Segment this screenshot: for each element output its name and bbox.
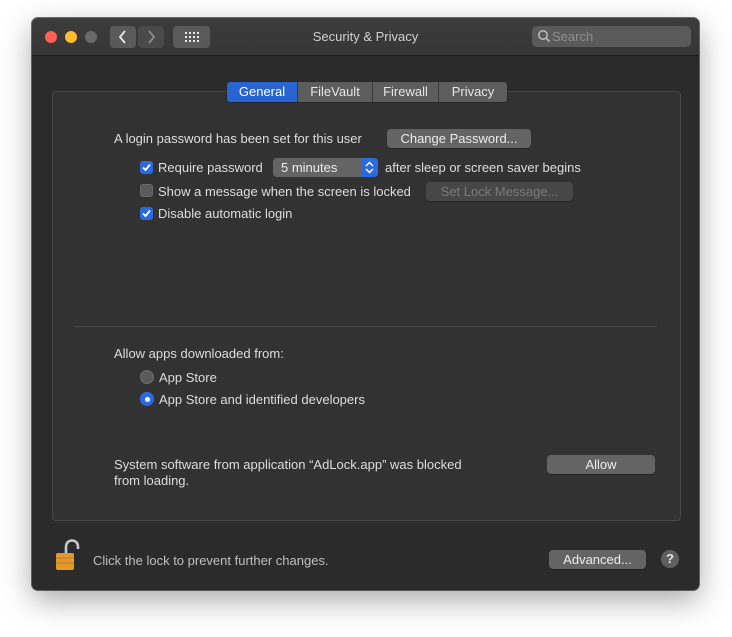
disable-auto-login-label: Disable automatic login — [158, 206, 293, 221]
require-password-label: Require password — [158, 160, 263, 175]
allow-apps-heading: Allow apps downloaded from: — [114, 346, 284, 361]
change-password-button[interactable]: Change Password... — [387, 129, 531, 148]
radio-app-store-label: App Store — [159, 370, 217, 385]
disable-auto-login-checkbox[interactable] — [140, 207, 153, 220]
lock-status-text: Click the lock to prevent further change… — [93, 553, 329, 568]
search-field[interactable] — [532, 26, 691, 47]
tab-general[interactable]: General — [227, 82, 297, 102]
allow-button[interactable]: Allow — [547, 455, 655, 474]
tab-filevault[interactable]: FileVault — [297, 82, 372, 102]
blocked-software-text-2: from loading. — [114, 473, 190, 488]
search-icon — [538, 30, 551, 43]
require-password-delay-popup[interactable]: 5 minutes — [273, 158, 378, 177]
show-message-label: Show a message when the screen is locked — [158, 184, 411, 199]
require-password-suffix: after sleep or screen saver begins — [385, 160, 581, 175]
checkmark-icon — [142, 209, 151, 218]
tab-privacy[interactable]: Privacy — [438, 82, 507, 102]
show-message-checkbox[interactable] — [140, 184, 153, 197]
checkmark-icon — [142, 163, 151, 172]
advanced-button[interactable]: Advanced... — [549, 550, 646, 569]
blocked-software-text: System software from application “AdLock… — [114, 457, 462, 472]
lock-icon[interactable] — [54, 539, 80, 573]
popup-arrows-icon — [361, 158, 378, 177]
set-lock-message-button[interactable]: Set Lock Message... — [426, 182, 573, 201]
search-input[interactable] — [552, 26, 684, 47]
help-button[interactable]: ? — [661, 550, 679, 568]
login-password-text: A login password has been set for this u… — [114, 131, 362, 146]
tab-bar: General FileVault Firewall Privacy — [226, 81, 508, 103]
title-bar: Security & Privacy — [32, 18, 699, 56]
tab-firewall[interactable]: Firewall — [372, 82, 438, 102]
radio-identified-developers[interactable] — [140, 392, 154, 406]
radio-identified-developers-label: App Store and identified developers — [159, 392, 365, 407]
radio-app-store[interactable] — [140, 370, 154, 384]
require-password-checkbox[interactable] — [140, 161, 153, 174]
preferences-window: Security & Privacy General FileVault Fir… — [32, 18, 699, 590]
section-divider — [74, 326, 657, 327]
delay-value: 5 minutes — [281, 160, 338, 175]
